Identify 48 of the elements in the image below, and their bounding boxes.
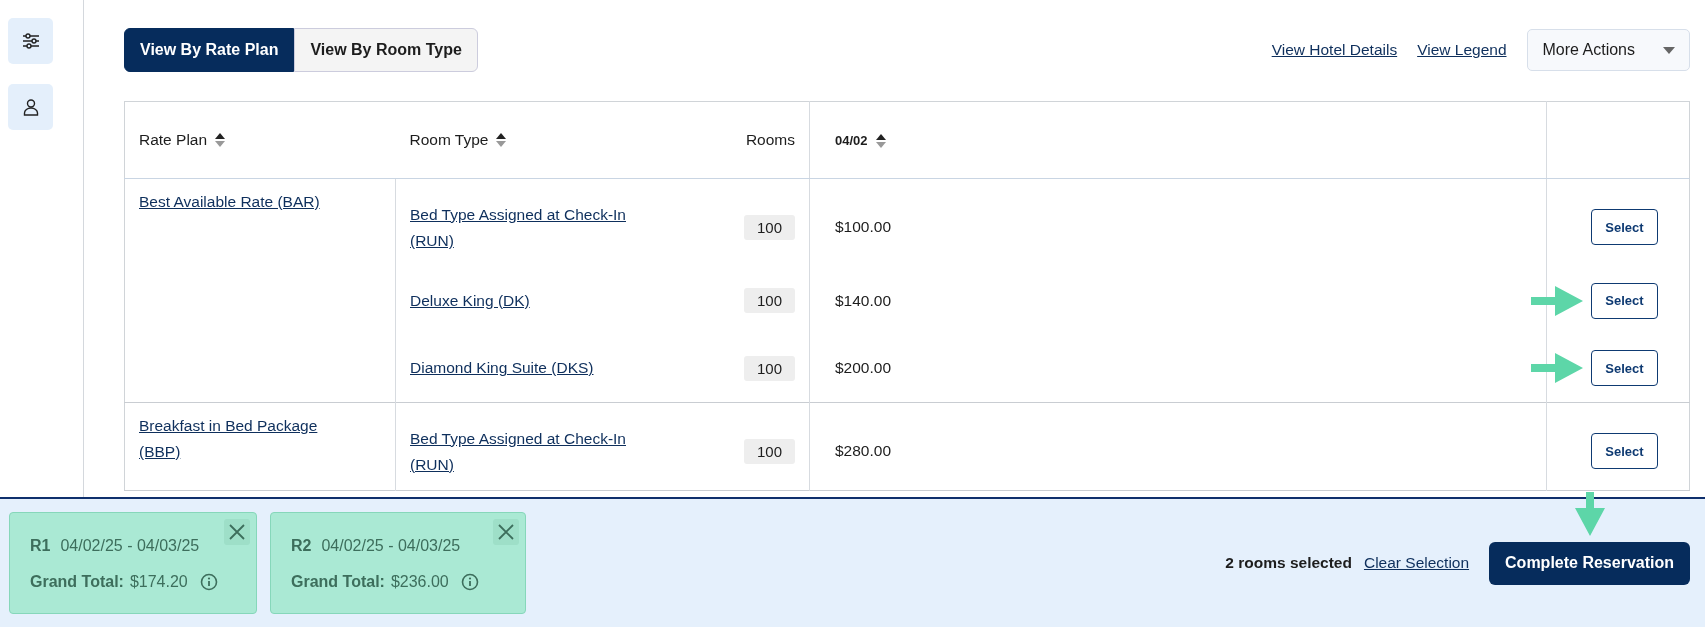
room-type-link[interactable]: Deluxe King (DK) [410,287,660,314]
close-button[interactable] [224,519,250,545]
rooms-count: 100 [743,288,795,313]
rate-plan-link[interactable]: Breakfast in Bed Package (BBP) [139,413,339,465]
caret-icon [1663,46,1675,54]
rate-price: $100.00 [835,218,892,236]
room-type-link[interactable]: Bed Type Assigned at Check-In (RUN) [410,425,660,478]
rooms-count: 100 [743,439,795,464]
select-button[interactable]: Select [1591,433,1658,469]
stay-dates: 04/02/25 - 04/03/25 [60,537,200,555]
info-icon[interactable] [460,573,479,591]
rate-price: $140.00 [835,291,892,309]
view-tab[interactable]: View By Room Type [294,28,478,72]
select-button[interactable]: Select [1591,350,1658,387]
column-header: Rooms [745,131,795,149]
grand-total: $236.00 [390,573,449,591]
rooms-count: 100 [743,215,795,241]
selection-summary: 2 rooms selected [1225,554,1352,572]
total-label: Grand Total: [291,573,385,591]
filter-button[interactable] [8,18,53,64]
room-type-link[interactable]: Bed Type Assigned at Check-In (RUN) [410,201,660,254]
stay-dates: 04/02/25 - 04/03/25 [321,537,461,555]
guest-button[interactable] [8,84,53,130]
room-label: R1 [30,537,51,555]
view-tab[interactable]: View By Rate Plan [124,28,295,72]
rate-price: $200.00 [835,359,892,377]
rooms-count: 100 [743,355,795,381]
rate-price: $280.00 [835,442,892,459]
info-icon[interactable] [199,573,218,591]
select-button[interactable]: Select [1591,282,1658,319]
room-label: R2 [291,537,312,555]
room-type-link[interactable]: Diamond King Suite (DKS) [410,355,660,382]
grand-total: $174.20 [129,573,188,591]
select-button[interactable]: Select [1591,209,1658,246]
more-actions-dropdown[interactable]: More Actions [1526,29,1690,71]
column-header[interactable]: Rate Plan [139,131,226,149]
sliders-icon [20,31,41,51]
column-header[interactable]: Room Type [409,131,507,149]
rate-plan-link[interactable]: Best Available Rate (BAR) [139,189,339,215]
close-icon [229,524,245,540]
complete-reservation-button[interactable]: Complete Reservation [1489,541,1690,585]
close-icon [498,524,514,540]
header-link[interactable]: View Legend [1417,41,1507,59]
header-link[interactable]: View Hotel Details [1271,41,1398,59]
close-button[interactable] [493,519,519,545]
clear-selection-link[interactable]: Clear Selection [1363,554,1470,572]
column-header[interactable]: 04/02 [835,133,886,148]
total-label: Grand Total: [30,573,124,591]
